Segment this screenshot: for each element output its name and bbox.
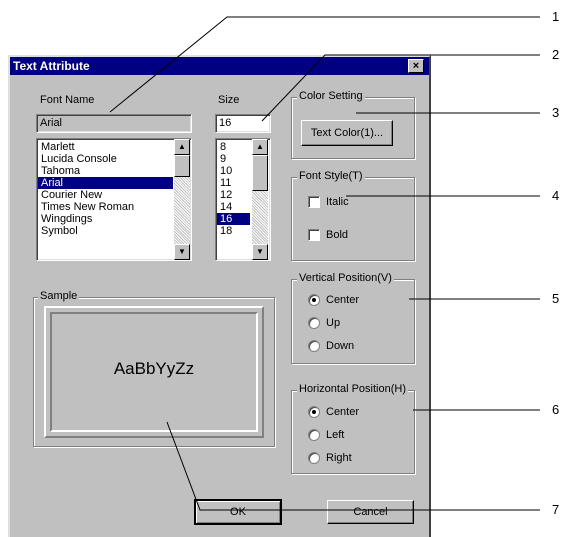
callout-label-1: 1 <box>552 9 560 24</box>
callout-label-5: 5 <box>552 291 560 306</box>
callout-label-4: 4 <box>552 188 560 203</box>
callout-label-3: 3 <box>552 105 560 120</box>
callout-line-7 <box>166 421 540 511</box>
callout-lines <box>109 16 540 511</box>
callout-label-2: 2 <box>552 47 560 62</box>
callout-label-6: 6 <box>552 402 560 417</box>
callout-label-7: 7 <box>552 502 560 517</box>
callout-line-2 <box>261 54 540 122</box>
callout-line-1 <box>109 16 540 113</box>
